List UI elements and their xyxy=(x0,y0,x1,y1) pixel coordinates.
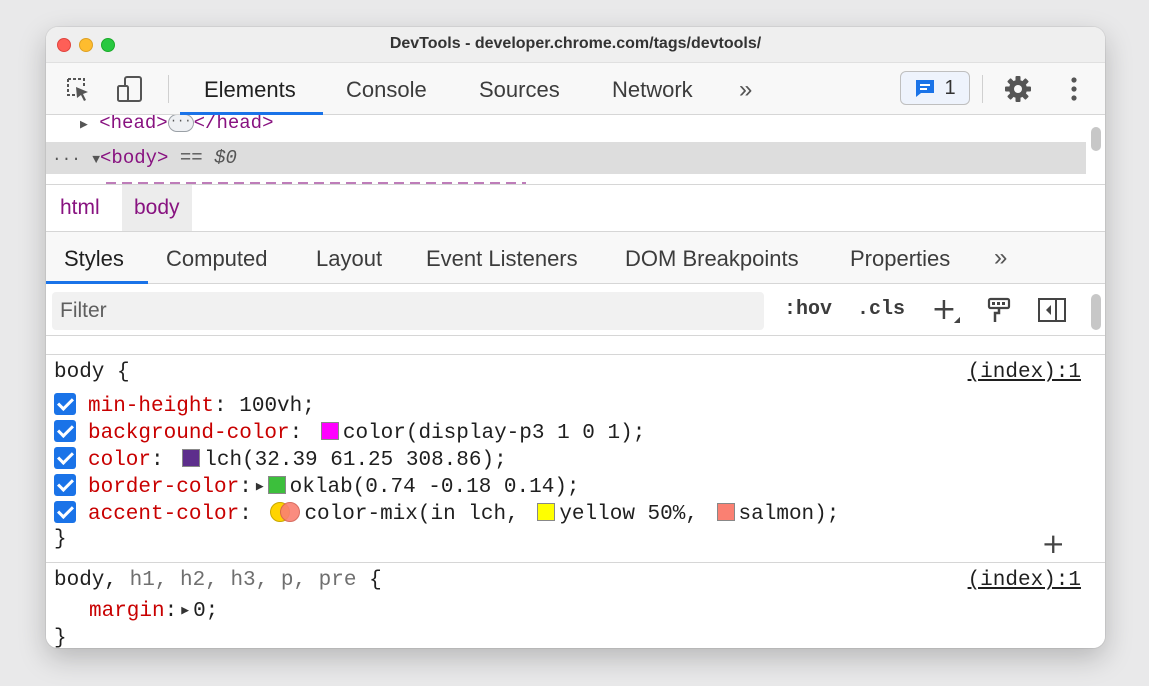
corner-triangle-icon: ◢ xyxy=(953,315,960,324)
style-rule-body: body { (index):1 min-height: 100vh; back… xyxy=(46,354,1105,562)
inspect-element-icon[interactable] xyxy=(62,73,94,105)
styles-scrollbar[interactable] xyxy=(1091,294,1101,330)
color-swatch[interactable] xyxy=(537,503,556,521)
gear-icon[interactable] xyxy=(1002,73,1034,105)
hover-state-button[interactable]: :hov xyxy=(784,298,832,321)
toggle-sidebar-icon[interactable] xyxy=(1036,294,1068,326)
declaration-margin: margin: ▶ 0; xyxy=(89,600,219,623)
kebab-menu-icon[interactable] xyxy=(1058,73,1090,105)
issues-button[interactable]: 1 xyxy=(900,71,970,105)
declaration-border-color: border-color: ▶ oklab(0.74 -0.18 0.14); xyxy=(54,474,580,499)
dom-node-head[interactable]: ▶ <head> ··· </head> xyxy=(80,115,1105,134)
declaration-checkbox[interactable] xyxy=(54,501,76,523)
main-toolbar: Elements Console Sources Network » 1 xyxy=(46,63,1105,115)
color-mix-swatch[interactable] xyxy=(270,502,301,522)
expand-triangle-icon[interactable]: ▶ xyxy=(256,479,264,494)
rule-selector[interactable]: body, h1, h2, h3, p, pre { xyxy=(54,569,382,592)
toolbar-separator xyxy=(982,75,983,103)
rule-close-brace: } xyxy=(54,627,67,648)
plus-icon: + xyxy=(931,292,957,327)
color-swatch[interactable] xyxy=(716,503,735,521)
tab-event-listeners[interactable]: Event Listeners xyxy=(426,246,578,272)
styles-filter-bar: :hov .cls + ◢ xyxy=(46,284,1105,336)
rule-source-link[interactable]: (index):1 xyxy=(968,569,1081,592)
toolbar-separator xyxy=(168,75,169,103)
breadcrumb-body[interactable]: body xyxy=(122,185,192,231)
add-declaration-button[interactable]: + xyxy=(1042,527,1065,560)
styles-subtabs: Styles Computed Layout Event Listeners D… xyxy=(46,232,1105,284)
new-style-rule-button[interactable]: + ◢ xyxy=(928,294,960,326)
declaration-checkbox[interactable] xyxy=(54,393,76,415)
more-subtabs-button[interactable]: » xyxy=(994,244,1007,272)
tab-styles[interactable]: Styles xyxy=(64,246,124,272)
more-tabs-button[interactable]: » xyxy=(739,76,752,104)
rule-selector[interactable]: body { xyxy=(54,361,130,384)
tab-sources[interactable]: Sources xyxy=(479,77,560,103)
title-bar: DevTools - developer.chrome.com/tags/dev… xyxy=(46,27,1105,63)
tab-computed[interactable]: Computed xyxy=(166,246,268,272)
issues-count: 1 xyxy=(944,76,956,99)
tab-properties[interactable]: Properties xyxy=(850,246,950,272)
expand-triangle-icon[interactable]: ▶ xyxy=(80,117,88,132)
breadcrumb-html[interactable]: html xyxy=(48,185,112,231)
tab-layout[interactable]: Layout xyxy=(316,246,382,272)
tab-dom-breakpoints[interactable]: DOM Breakpoints xyxy=(625,246,799,272)
collapsed-children-button[interactable]: ··· xyxy=(167,115,194,132)
rule-close-brace: } xyxy=(54,528,67,551)
window-title: DevTools - developer.chrome.com/tags/dev… xyxy=(389,35,762,52)
device-toolbar-icon[interactable] xyxy=(114,73,146,105)
declaration-background-color: background-color: color(display-p3 1 0 1… xyxy=(54,420,645,445)
dom-scrollbar[interactable] xyxy=(1091,127,1101,151)
tab-elements[interactable]: Elements xyxy=(204,77,296,103)
tab-console[interactable]: Console xyxy=(346,77,427,103)
color-swatch[interactable] xyxy=(320,422,339,440)
declaration-checkbox[interactable] xyxy=(54,447,76,469)
dom-node-body[interactable]: ··· ▼<body> == $0 xyxy=(46,142,1086,174)
style-rule-body-headings: body, h1, h2, h3, p, pre { (index):1 mar… xyxy=(46,562,1105,648)
dom-tree: ▶ <head> ··· </head> ··· ▼<body> == $0 xyxy=(46,115,1105,185)
filter-input[interactable] xyxy=(52,292,764,330)
node-actions-dots[interactable]: ··· xyxy=(52,150,81,168)
class-toggle-button[interactable]: .cls xyxy=(857,298,905,321)
declaration-checkbox[interactable] xyxy=(54,420,76,442)
declaration-min-height: min-height: 100vh; xyxy=(54,393,315,418)
declaration-accent-color: accent-color: color-mix(in lch, yellow 5… xyxy=(54,501,839,526)
collapse-triangle-icon[interactable]: ▼ xyxy=(92,152,100,167)
breadcrumb: html body xyxy=(46,184,1105,232)
declaration-color: color: lch(32.39 61.25 308.86); xyxy=(54,447,507,472)
expand-triangle-icon[interactable]: ▶ xyxy=(181,603,189,618)
rule-source-link[interactable]: (index):1 xyxy=(968,361,1081,384)
tab-network[interactable]: Network xyxy=(612,77,693,103)
color-swatch[interactable] xyxy=(267,476,286,494)
paint-roller-icon[interactable] xyxy=(983,294,1015,326)
message-icon xyxy=(916,80,935,97)
devtools-window: DevTools - developer.chrome.com/tags/dev… xyxy=(46,27,1105,648)
color-swatch[interactable] xyxy=(182,449,201,467)
declaration-checkbox[interactable] xyxy=(54,474,76,496)
